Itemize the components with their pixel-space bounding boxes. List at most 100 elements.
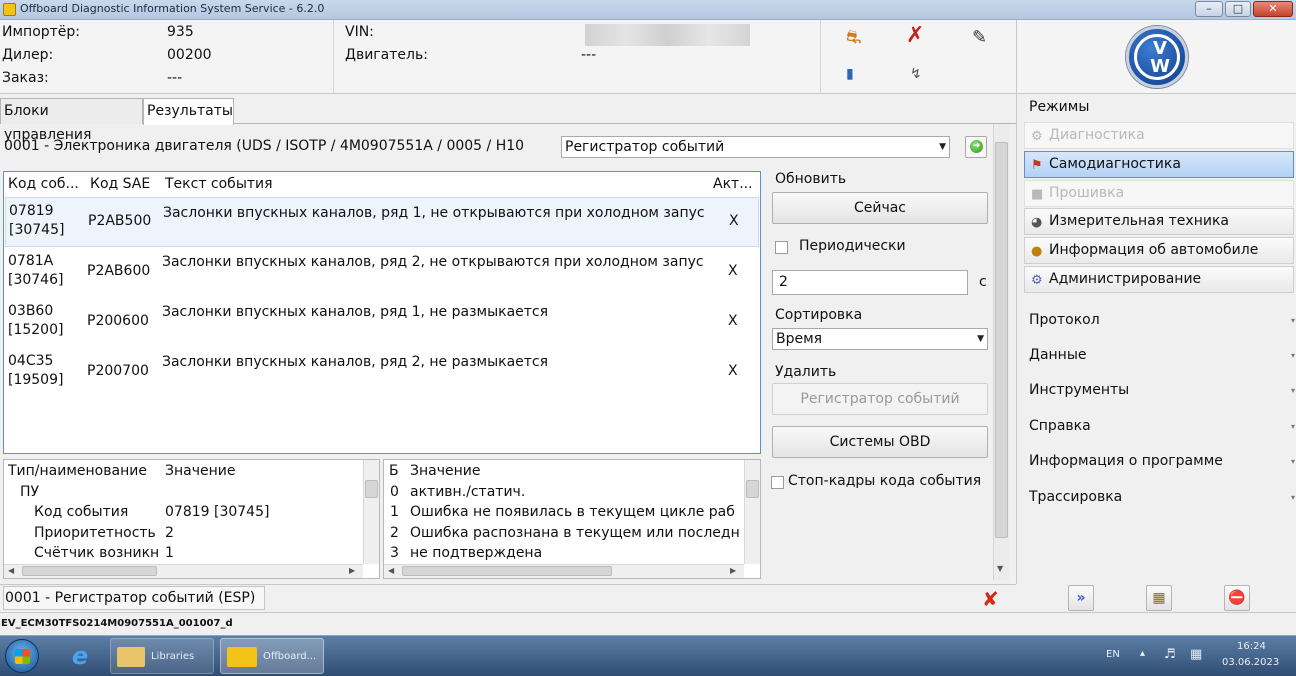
windows-icon (15, 649, 30, 664)
list-item: ПУ (20, 484, 40, 500)
maximize-button[interactable]: □ (1225, 1, 1251, 17)
clock-date[interactable]: 03.06.2023 (1222, 657, 1279, 668)
taskbar-libraries[interactable]: Libraries (110, 638, 214, 674)
interval-input[interactable]: 2 (772, 270, 968, 295)
col-header-bit[interactable]: Б (389, 461, 399, 481)
table-row[interactable]: 07819 [30745] P2AB500 Заслонки впускных … (5, 197, 759, 247)
event-text: Заслонки впускных каналов, ряд 1, не раз… (162, 304, 549, 320)
battery-icon[interactable]: ↯ (910, 64, 922, 84)
add-button[interactable]: ➜ (965, 136, 987, 158)
list-item: Код события (34, 504, 129, 520)
table-row[interactable]: 04C35 [19509] P200700 Заслонки впускных … (5, 347, 759, 397)
clock-time[interactable]: 16:24 (1237, 641, 1266, 652)
brand-panel: VW (1016, 20, 1296, 94)
col-header-active[interactable]: Акт... (713, 172, 757, 196)
minimize-button[interactable]: – (1195, 1, 1223, 17)
col-header-sae[interactable]: Код SAE (90, 172, 160, 196)
dealer-value: 00200 (167, 47, 212, 63)
event-code-dec: [19509] (8, 372, 64, 388)
sae-code: P200700 (87, 363, 149, 379)
refresh-label: Обновить (775, 171, 847, 187)
tab-control-units[interactable]: Блоки управления (0, 98, 143, 143)
forward-icon[interactable]: » (1068, 585, 1094, 611)
obd-systems-button[interactable]: Системы OBD (772, 426, 988, 458)
admin-icon: ⚙ (1031, 273, 1043, 288)
nav-item-vehicle-info[interactable]: ● Информация об автомобиле (1024, 237, 1294, 264)
module-title: 0001 - Электроника двигателя (UDS / ISOT… (4, 138, 525, 154)
col-header-bit-value[interactable]: Значение (410, 461, 480, 481)
modes-panel: Режимы ⚙ Диагностика ⚑ Самодиагностика ■ Пр… (1016, 94, 1296, 584)
detail-properties-pane: Тип/наименование Значение ПУ Код события… (3, 459, 380, 579)
list-item-value: 1 (165, 545, 174, 561)
nav-section-tools[interactable]: Инструменты ▾ (1029, 382, 1296, 398)
table-row[interactable]: 0781A [30746] P2AB600 Заслонки впускных … (5, 247, 759, 297)
tab-results[interactable]: Результаты (143, 98, 234, 125)
nav-item-diagnostics[interactable]: ⚙ Диагностика (1024, 122, 1294, 149)
nav-section-data[interactable]: Данные ▾ (1029, 347, 1296, 363)
status-text: 0001 - Регистратор событий (ESP) (3, 586, 265, 610)
main-scrollbar[interactable]: ▼ (993, 124, 1009, 580)
screenshot-icon[interactable]: ▦ (1146, 585, 1172, 611)
taskbar-offboard[interactable]: Offboard... (220, 638, 324, 674)
bit-number: 2 (390, 525, 399, 541)
dropdown-arrow-icon: ▼ (977, 334, 984, 344)
nav-section-help[interactable]: Справка ▾ (1029, 418, 1296, 434)
detail-left-vscroll[interactable] (363, 460, 379, 564)
detail-right-vscroll[interactable] (744, 460, 760, 564)
stop-icon[interactable]: ⛔ (1224, 585, 1250, 611)
engine-label: Двигатель: (345, 47, 428, 63)
detail-left-hscroll[interactable]: ◀ ▶ (4, 564, 363, 578)
nav-item-self-diagnosis[interactable]: ⚑ Самодиагностика (1024, 151, 1294, 178)
start-button[interactable] (5, 639, 39, 673)
engine-value: --- (581, 47, 597, 63)
diagnostics-icon: ⚙ (1031, 129, 1043, 144)
event-code: 03B60 (8, 303, 54, 319)
title-bar: Offboard Diagnostic Information System S… (0, 0, 1296, 20)
function-dropdown[interactable]: Регистратор событий ▼ (561, 136, 950, 158)
col-header-type[interactable]: Тип/наименование (8, 461, 147, 481)
interface-icon[interactable]: ▮ (846, 64, 854, 84)
probe-icon[interactable]: ✎ (972, 28, 987, 48)
table-row[interactable]: 03B60 [15200] P200600 Заслонки впускных … (5, 297, 759, 347)
close-window-button[interactable]: ✕ (1253, 1, 1293, 17)
nav-item-flash[interactable]: ■ Прошивка (1024, 180, 1294, 207)
col-header-code[interactable]: Код соб... (8, 172, 84, 196)
detail-right-hscroll[interactable]: ◀ ▶ (384, 564, 744, 578)
tray-arrow-icon[interactable]: ▴ (1140, 648, 1145, 659)
nav-section-protocol[interactable]: Протокол ▾ (1029, 312, 1296, 328)
language-indicator[interactable]: EN (1106, 649, 1120, 660)
vw-logo: VW (1126, 26, 1188, 88)
refresh-now-button[interactable]: Сейчас (772, 192, 988, 224)
nav-section-trace[interactable]: Трассировка ▾ (1029, 489, 1296, 505)
sae-code: P2AB500 (88, 213, 152, 229)
vehicle-icon[interactable]: ⛐ (846, 28, 862, 48)
scroll-down-icon[interactable]: ▼ (997, 564, 1003, 573)
periodic-checkbox[interactable] (775, 241, 788, 254)
network-icon[interactable]: ▦ (1190, 647, 1202, 662)
interval-unit: с (979, 274, 987, 290)
freeze-frame-checkbox[interactable] (771, 476, 784, 489)
col-header-text[interactable]: Текст события (165, 172, 705, 196)
browser-icon[interactable]: e (60, 638, 100, 674)
sort-dropdown[interactable]: Время ▼ (772, 328, 988, 350)
importer-label: Импортёр: (2, 24, 81, 40)
main-scroll-thumb[interactable] (995, 142, 1008, 538)
tab-bar: Блоки управления Результаты (0, 94, 1016, 143)
delete-label: Удалить (775, 364, 837, 380)
delete-event-recorder-button[interactable]: Регистратор событий (772, 383, 988, 415)
file-name-bar: EV_ECM30TFS0214M0907551A_001007_d (0, 612, 1296, 635)
sort-dropdown-value: Время (776, 331, 823, 347)
bit-number: 1 (390, 504, 399, 520)
col-header-value[interactable]: Значение (165, 461, 235, 481)
window-title: Offboard Diagnostic Information System S… (20, 2, 325, 15)
list-item: Приоритетность (34, 525, 156, 541)
disconnect-icon[interactable]: ✗ (906, 25, 924, 47)
event-text: Заслонки впускных каналов, ряд 2, не отк… (162, 254, 704, 270)
sae-code: P200600 (87, 313, 149, 329)
cancel-icon[interactable]: ✘ (982, 587, 999, 611)
volume-icon[interactable]: ♬ (1164, 647, 1176, 662)
plus-icon: ➜ (970, 140, 983, 153)
nav-item-measuring[interactable]: ◕ Измерительная техника (1024, 208, 1294, 235)
nav-item-admin[interactable]: ⚙ Администрирование (1024, 266, 1294, 293)
nav-section-about[interactable]: Информация о программе ▾ (1029, 453, 1296, 469)
